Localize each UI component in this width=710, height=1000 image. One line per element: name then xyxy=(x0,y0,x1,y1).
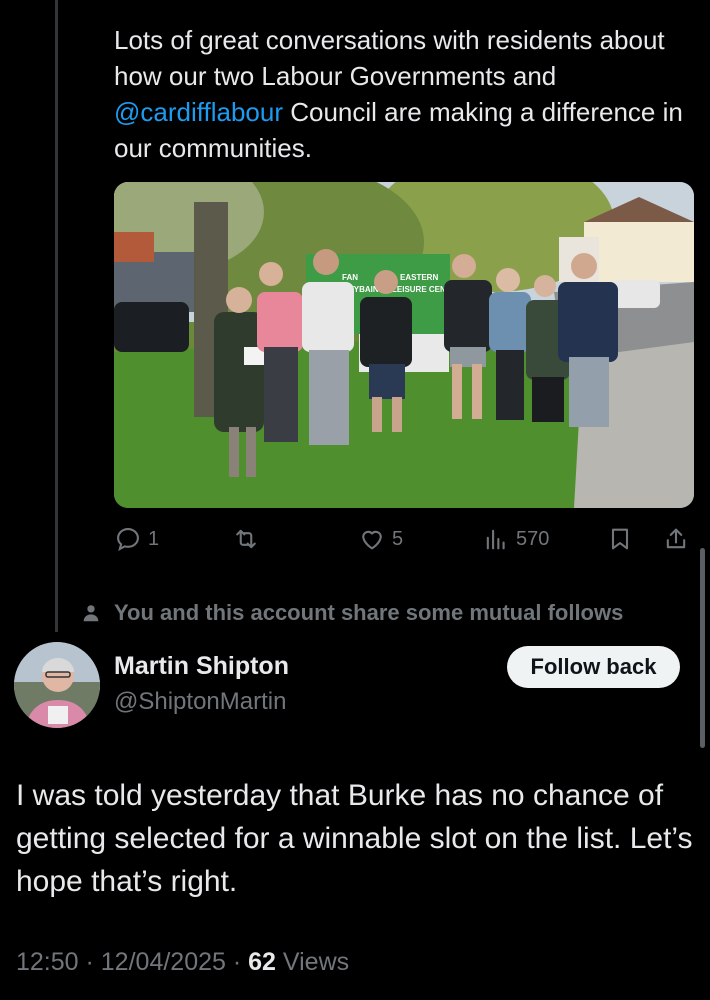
thread-connector-line xyxy=(55,0,58,632)
reply-count: 1 xyxy=(148,527,160,550)
mention-link[interactable]: @cardifflabour xyxy=(114,97,283,127)
reply-icon xyxy=(117,528,139,551)
follow-back-button[interactable]: Follow back xyxy=(507,646,680,688)
mutual-follows-text: You and this account share some mutual f… xyxy=(114,600,624,625)
author-handle[interactable]: @ShiptonMartin xyxy=(114,688,286,716)
author-name[interactable]: Martin Shipton xyxy=(114,652,289,681)
tweet-metadata: 12:50 · 12/04/2025 · 62 Views xyxy=(16,948,349,977)
views-button[interactable]: 570 xyxy=(482,522,549,556)
share-button[interactable] xyxy=(662,522,690,556)
tweet-action-bar: 1 5 570 xyxy=(114,522,694,556)
bar-chart-icon xyxy=(486,529,505,550)
share-icon xyxy=(666,528,686,549)
views-total: 62 xyxy=(248,948,276,976)
tweet-date[interactable]: 12/04/2025 xyxy=(101,948,226,976)
reply-tweet-text: I was told yesterday that Burke has no c… xyxy=(16,779,693,898)
heart-icon xyxy=(362,530,382,550)
meta-separator: · xyxy=(78,948,101,976)
bookmark-icon xyxy=(611,528,629,550)
views-label: Views xyxy=(282,948,350,976)
bookmark-button[interactable] xyxy=(606,522,634,556)
scrollbar[interactable] xyxy=(700,548,705,748)
quoted-tweet-text: Lots of great conversations with residen… xyxy=(114,22,694,166)
sign-text: FAN xyxy=(342,273,358,282)
avatar[interactable] xyxy=(14,642,100,728)
retweet-icon xyxy=(236,529,256,549)
tweet-text-part: Lots of great conversations with residen… xyxy=(114,25,665,91)
tweet-photo[interactable]: FAN OWYBAIN EASTERN LEISURE CENTRE xyxy=(114,182,694,508)
retweet-button[interactable] xyxy=(232,522,260,556)
sign-text: EASTERN xyxy=(400,273,438,282)
reply-button[interactable]: 1 xyxy=(114,522,159,556)
like-button[interactable]: 5 xyxy=(358,522,403,556)
views-count: 570 xyxy=(516,527,550,550)
like-count: 5 xyxy=(392,527,404,550)
meta-separator: · xyxy=(225,948,249,976)
person-icon xyxy=(83,605,99,622)
tweet-time[interactable]: 12:50 xyxy=(16,948,79,976)
mutual-follows-notice: You and this account share some mutual f… xyxy=(80,596,623,630)
